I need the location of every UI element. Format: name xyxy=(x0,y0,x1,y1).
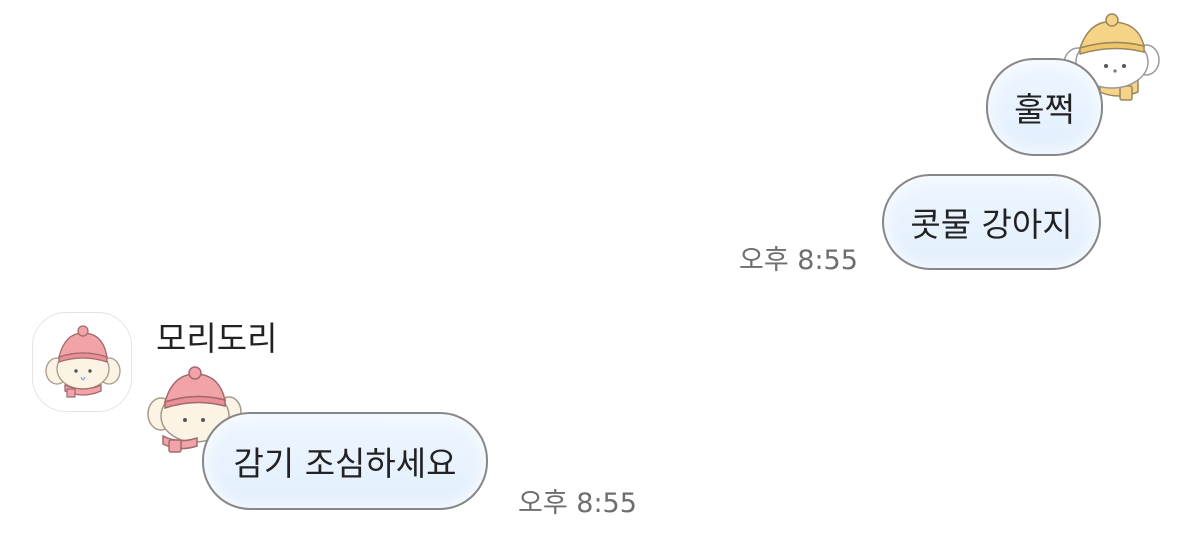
message-timestamp: 오후 8:55 xyxy=(518,488,637,519)
avatar[interactable] xyxy=(32,312,132,412)
message-text: 감기 조심하세요 xyxy=(233,444,457,483)
message-text: 훌쩍 xyxy=(1014,90,1075,129)
incoming-message-bubble[interactable]: 감기 조심하세요 xyxy=(202,412,488,510)
chat-view: 훌쩍 콧물 강아지 오후 8:55 모리도리 감기 조심하세요 오후 8:55 xyxy=(0,0,1179,549)
message-text: 콧물 강아지 xyxy=(910,205,1073,244)
outgoing-message-bubble[interactable]: 콧물 강아지 xyxy=(882,174,1101,270)
sender-name: 모리도리 xyxy=(156,319,278,358)
message-timestamp: 오후 8:55 xyxy=(739,245,858,276)
puppy-pink-hat-avatar xyxy=(45,325,121,398)
outgoing-message-bubble[interactable]: 훌쩍 xyxy=(986,58,1103,156)
